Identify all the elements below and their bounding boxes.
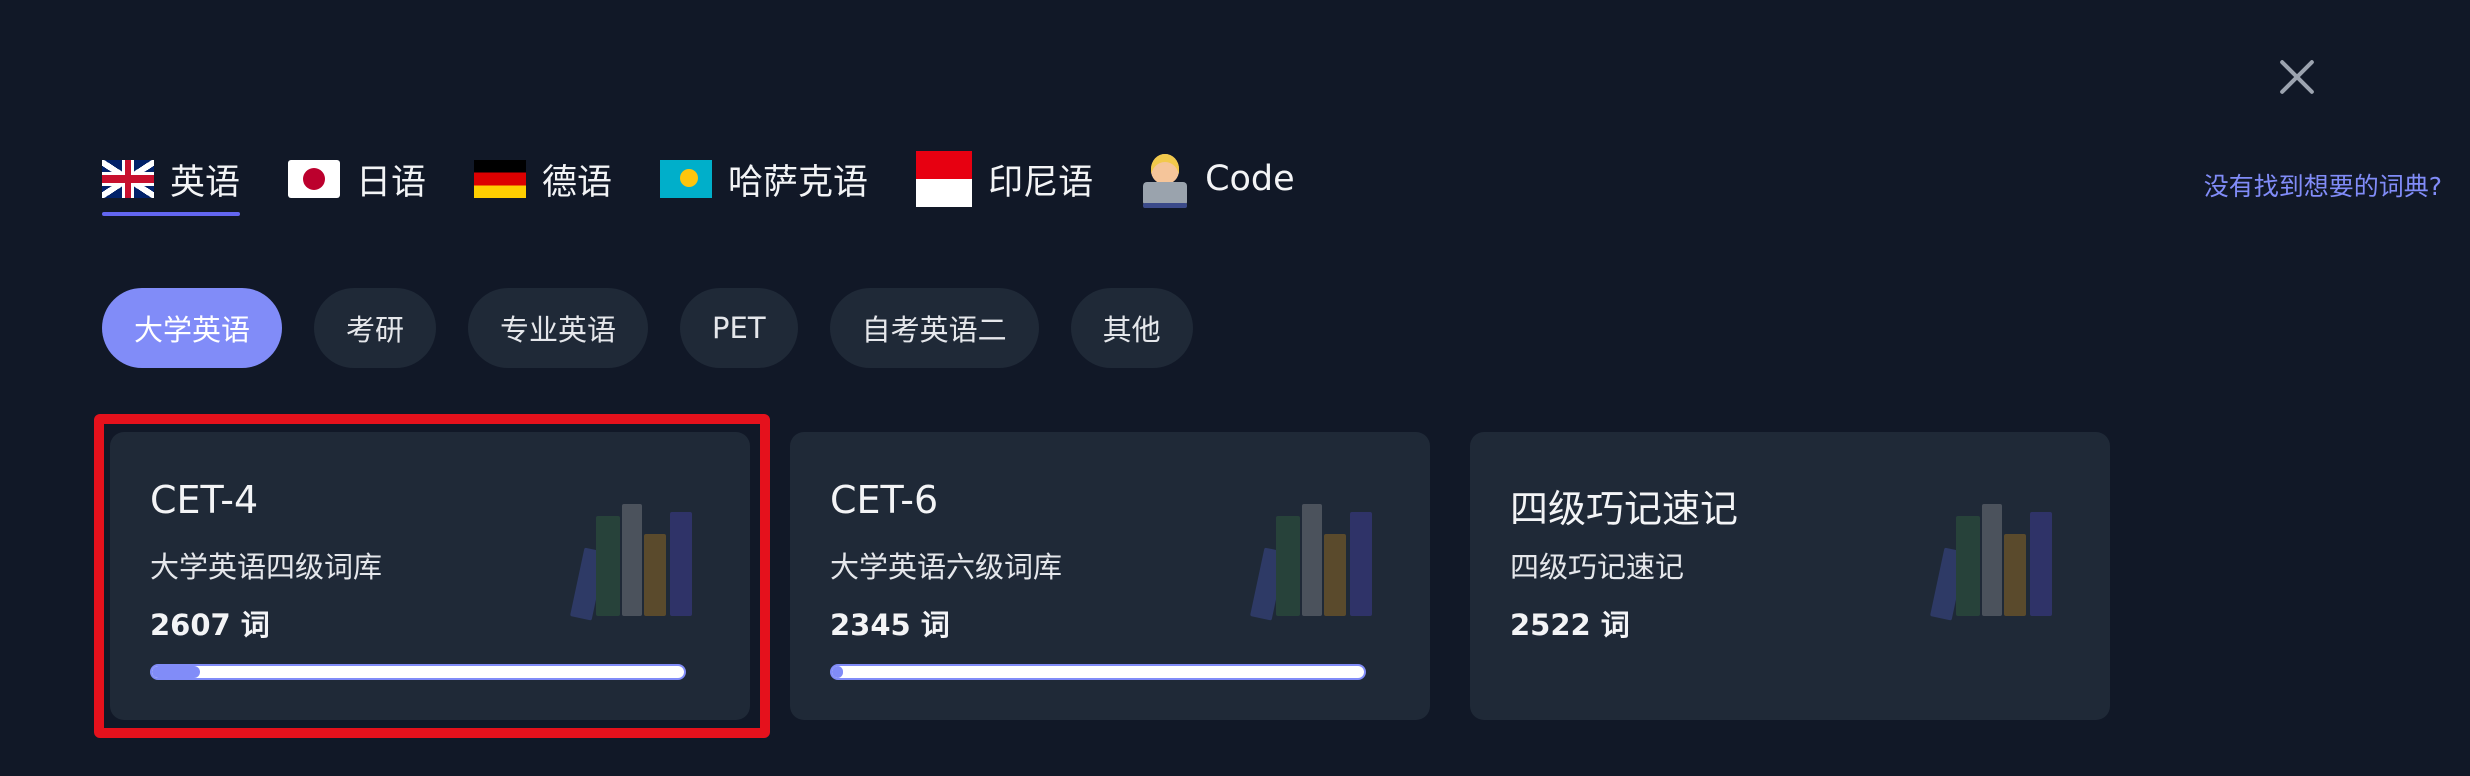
book-spine bbox=[1982, 504, 2002, 616]
dictionary-cards: CET-4 大学英语四级词库 2607 词 CET-6 大学英语六级词库 234… bbox=[110, 432, 2110, 720]
dictionary-picker-modal: 英语 日语 德语 哈萨克语 印尼语 Code 没有找到想要的词典? 大学英语 考… bbox=[0, 0, 2470, 776]
book-spine bbox=[596, 516, 620, 616]
tab-english[interactable]: 英语 bbox=[102, 146, 241, 216]
card-title: CET-6 bbox=[830, 478, 939, 522]
chip-pet[interactable]: PET bbox=[680, 288, 798, 368]
technologist-emoji-icon bbox=[1141, 152, 1189, 208]
tab-code[interactable]: Code bbox=[1141, 146, 1295, 212]
tab-kazakh[interactable]: 哈萨克语 bbox=[660, 146, 868, 212]
book-spine bbox=[1276, 516, 1300, 616]
chip-postgrad[interactable]: 考研 bbox=[314, 288, 437, 368]
book-spine bbox=[1324, 534, 1346, 616]
progress-bar bbox=[830, 664, 1366, 680]
tab-indonesian[interactable]: 印尼语 bbox=[916, 146, 1093, 212]
dictionary-card-cet6[interactable]: CET-6 大学英语六级词库 2345 词 bbox=[790, 432, 1430, 720]
japan-flag-icon bbox=[288, 160, 341, 198]
card-description: 大学英语四级词库 bbox=[150, 550, 383, 584]
book-spine bbox=[1956, 516, 1980, 616]
card-description: 大学英语六级词库 bbox=[830, 550, 1063, 584]
book-spine bbox=[2004, 534, 2026, 616]
books-icon bbox=[570, 496, 700, 621]
progress-bar bbox=[150, 664, 686, 680]
card-word-count: 2607 词 bbox=[150, 608, 270, 642]
chip-professional-english[interactable]: 专业英语 bbox=[468, 288, 649, 368]
kazakhstan-flag-icon bbox=[660, 160, 713, 198]
card-title: 四级巧记速记 bbox=[1510, 487, 1739, 531]
category-chips: 大学英语 考研 专业英语 PET 自考英语二 其他 bbox=[102, 288, 1193, 368]
card-word-count: 2345 词 bbox=[830, 608, 950, 642]
book-spine bbox=[1350, 512, 1372, 616]
close-icon[interactable] bbox=[2270, 50, 2324, 104]
germany-flag-icon bbox=[474, 160, 527, 198]
book-spine bbox=[1302, 504, 1322, 616]
book-spine bbox=[622, 504, 642, 616]
chip-self-study-english-2[interactable]: 自考英语二 bbox=[829, 288, 1039, 368]
tab-label: 哈萨克语 bbox=[728, 162, 869, 203]
indonesia-flag-icon bbox=[916, 151, 973, 207]
chip-other[interactable]: 其他 bbox=[1070, 288, 1193, 368]
book-spine bbox=[670, 512, 692, 616]
books-icon bbox=[1930, 496, 2060, 621]
tab-german[interactable]: 德语 bbox=[474, 146, 612, 212]
chip-college-english[interactable]: 大学英语 bbox=[102, 288, 283, 368]
tab-japanese[interactable]: 日语 bbox=[288, 146, 426, 212]
missing-dictionary-link[interactable]: 没有找到想要的词典? bbox=[2204, 167, 2442, 203]
progress-fill bbox=[152, 666, 200, 678]
tab-label: 英语 bbox=[170, 162, 241, 203]
progress-fill bbox=[832, 666, 843, 678]
tab-label: 印尼语 bbox=[988, 162, 1094, 203]
book-spine bbox=[644, 534, 666, 616]
dictionary-card-cet4-mnemonic[interactable]: 四级巧记速记 四级巧记速记 2522 词 bbox=[1470, 432, 2110, 720]
card-title: CET-4 bbox=[150, 478, 259, 522]
tab-label: Code bbox=[1205, 159, 1295, 199]
book-spine bbox=[2030, 512, 2052, 616]
card-description: 四级巧记速记 bbox=[1510, 550, 1685, 584]
tab-label: 德语 bbox=[542, 162, 613, 203]
books-icon bbox=[1250, 496, 1380, 621]
language-tabs: 英语 日语 德语 哈萨克语 印尼语 Code bbox=[102, 146, 1343, 216]
uk-flag-icon bbox=[102, 160, 154, 198]
dictionary-card-cet4[interactable]: CET-4 大学英语四级词库 2607 词 bbox=[110, 432, 750, 720]
tab-label: 日语 bbox=[356, 162, 427, 203]
card-word-count: 2522 词 bbox=[1510, 608, 1630, 642]
